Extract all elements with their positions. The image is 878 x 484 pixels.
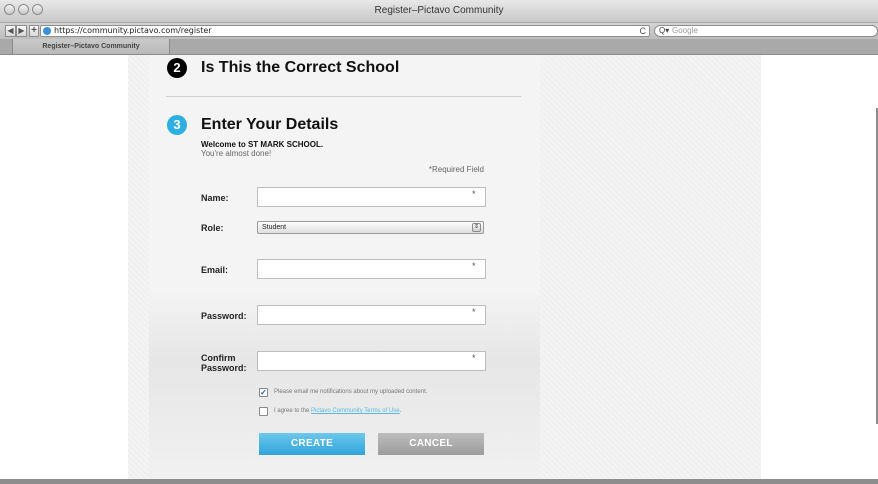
step-3-title: Enter Your Details xyxy=(201,116,339,133)
password-input[interactable] xyxy=(257,305,486,325)
url-text: https://community.pictavo.com/register xyxy=(54,26,212,35)
name-required-star: * xyxy=(472,189,476,199)
reload-icon[interactable]: C xyxy=(640,26,647,36)
email-label: Email: xyxy=(201,265,229,275)
confirm-required-star: * xyxy=(472,353,476,363)
password-required-star: * xyxy=(472,307,476,317)
password-label: Password: xyxy=(201,311,247,321)
step-2-badge: 2 xyxy=(167,58,187,78)
step-2-title[interactable]: Is This the Correct School xyxy=(201,59,399,77)
create-button[interactable]: CREATE xyxy=(259,433,365,455)
browser-toolbar: ◀ ▶ + https://community.pictavo.com/regi… xyxy=(0,23,878,39)
globe-icon xyxy=(43,27,51,35)
confirm-label-line2: Password: xyxy=(201,363,247,373)
confirm-label-line1: Confirm xyxy=(201,353,236,363)
tab-bar: Register–Pictavo Community xyxy=(0,39,878,55)
window-title: Register–Pictavo Community xyxy=(374,5,504,16)
window-bottom-bar xyxy=(0,479,878,484)
role-label: Role: xyxy=(201,223,224,233)
notify-checkbox[interactable]: ✓ xyxy=(259,388,268,397)
agree-suffix: . xyxy=(399,408,402,414)
tab-register[interactable]: Register–Pictavo Community xyxy=(12,39,170,54)
page-content: 2 Is This the Correct School 3 Enter You… xyxy=(0,55,878,479)
agree-prefix: I agree to the xyxy=(274,408,312,414)
plus-icon: + xyxy=(31,25,37,36)
name-input[interactable] xyxy=(257,187,486,207)
window-titlebar: Register–Pictavo Community xyxy=(0,0,878,23)
search-placeholder: Google xyxy=(672,26,698,35)
welcome-heading: Welcome to ST MARK SCHOOL. xyxy=(201,140,324,149)
section-divider xyxy=(166,96,521,97)
add-bookmark-button[interactable]: + xyxy=(29,25,39,37)
checkmark-icon: ✓ xyxy=(260,388,267,397)
confirm-password-input[interactable] xyxy=(257,351,486,371)
agree-terms-label: I agree to the Pictavo Community Terms o… xyxy=(274,408,401,414)
search-icon: Q▾ xyxy=(659,26,670,35)
terms-of-use-link[interactable]: Pictavo Community Terms of Use xyxy=(311,408,400,414)
required-field-note: *Required Field xyxy=(428,165,484,174)
forward-button[interactable]: ▶ xyxy=(16,25,27,37)
back-arrow-icon: ◀ xyxy=(7,26,14,35)
forward-arrow-icon: ▶ xyxy=(18,26,25,35)
agree-terms-checkbox[interactable] xyxy=(259,407,268,416)
cancel-button[interactable]: CANCEL xyxy=(378,433,484,455)
search-field[interactable]: Q▾ Google xyxy=(654,25,878,37)
step-3-badge: 3 xyxy=(167,115,187,135)
welcome-subtext: You're almost done! xyxy=(201,149,272,158)
name-label: Name: xyxy=(201,193,229,203)
select-arrows-icon: ⇕ xyxy=(472,223,481,232)
role-selected-value: Student xyxy=(262,224,287,231)
role-select[interactable]: Student ⇕ xyxy=(257,221,484,234)
email-input[interactable] xyxy=(257,259,486,279)
notify-checkbox-label: Please email me notifications about my u… xyxy=(274,389,428,395)
address-bar[interactable]: https://community.pictavo.com/register C xyxy=(40,25,650,37)
back-button[interactable]: ◀ xyxy=(5,25,16,37)
email-required-star: * xyxy=(472,261,476,271)
